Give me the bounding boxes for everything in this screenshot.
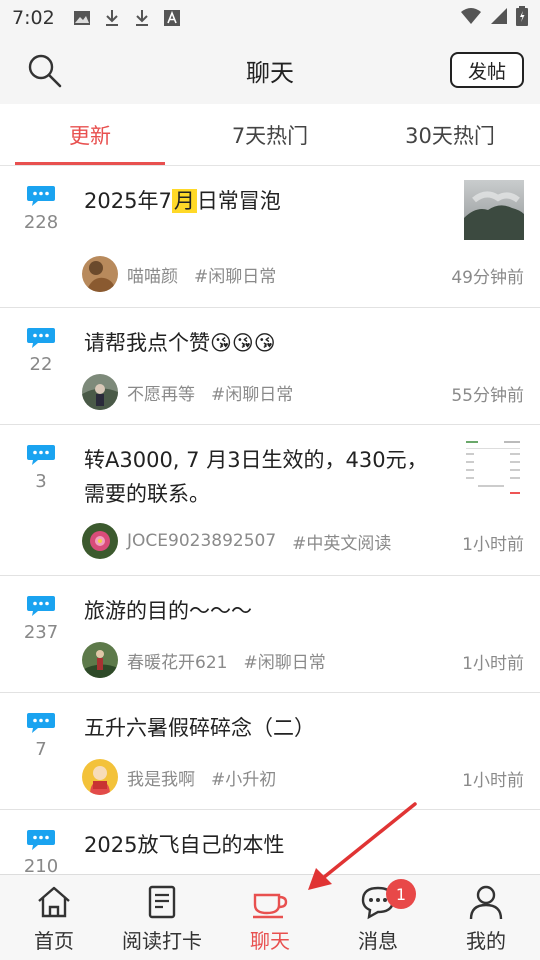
comment-count: 3 [18,443,64,492]
comment-bubble-icon [26,594,56,616]
post-title-text: 日常冒泡 [196,189,281,213]
post-thumbnail[interactable] [464,439,524,499]
comment-bubble-icon [26,828,56,850]
download-icon [103,9,121,27]
nav-label: 消息 [358,929,398,953]
post-meta: 春暖花开621 #闲聊日常 [82,642,326,678]
comment-count-value: 7 [35,739,47,760]
post-thumbnail[interactable] [464,180,524,240]
post-time: 55分钟前 [451,386,524,406]
tab-7day-hot[interactable]: 7天热门 [180,104,360,165]
author-name[interactable]: 春暖花开621 [127,648,227,673]
post-title-line: 需要的联系。 [84,482,210,506]
app-header: 聊天 发帖 [0,36,540,104]
comment-count-value: 228 [23,212,59,233]
avatar[interactable] [82,256,118,292]
post-title[interactable]: 2025年7月日常冒泡 [84,184,281,218]
post-title[interactable]: 请帮我点个赞😘😘😘 [84,326,276,360]
post-item[interactable]: 228 2025年7月日常冒泡 喵喵颜 #闲聊日常 49分钟前 [0,166,540,308]
post-item[interactable]: 237 旅游的目的～～～ 春暖花开621 #闲聊日常 1小时前 [0,576,540,693]
post-time: 1小时前 [462,654,524,674]
comment-count-value: 22 [29,354,53,375]
book-icon [148,885,176,919]
image-icon [73,9,91,27]
avatar[interactable] [82,523,118,559]
author-name[interactable]: 不愿再等 [127,380,195,405]
nav-home[interactable]: 首页 [0,875,108,960]
comment-bubble-icon [26,443,56,465]
comment-count-value: 3 [35,471,47,492]
post-title[interactable]: 2025放飞自己的本性 [84,828,284,862]
post-item[interactable]: 7 五升六暑假碎碎念（二） 我是我啊 #小升初 1小时前 [0,693,540,810]
author-name[interactable]: JOCE9023892507 [127,531,276,551]
nav-profile[interactable]: 我的 [432,875,540,960]
tab-bar: 更新 7天热门 30天热门 [0,104,540,166]
post-item[interactable]: 22 请帮我点个赞😘😘😘 不愿再等 #闲聊日常 55分钟前 [0,308,540,425]
comment-count: 210 [18,828,64,874]
notification-badge: 1 [386,879,416,909]
comment-count-value: 237 [23,622,59,643]
wifi-icon [460,7,482,30]
post-time: 1小时前 [462,771,524,791]
post-title[interactable]: 转A3000, 7 月3日生效的，430元， 需要的联系。 [84,443,428,511]
post-title[interactable]: 五升六暑假碎碎念（二） [84,711,315,745]
download-icon [133,9,151,27]
comment-count: 237 [18,594,64,643]
comment-count: 22 [18,326,64,375]
avatar[interactable] [82,374,118,410]
post-tag[interactable]: #小升初 [211,765,276,790]
post-title-text: 2025年7 [84,189,172,213]
tab-latest[interactable]: 更新 [0,104,180,165]
author-name[interactable]: 喵喵颜 [127,262,178,287]
post-title-line: 转A3000, 7 月3日生效的，430元， [84,448,428,472]
nav-label: 聊天 [250,929,290,953]
user-icon [469,885,503,920]
nav-chat[interactable]: 聊天 [216,875,324,960]
nav-label: 我的 [466,929,506,953]
nav-label: 阅读打卡 [122,929,202,953]
post-meta: JOCE9023892507 #中英文阅读 [82,523,391,559]
new-post-button[interactable]: 发帖 [450,52,524,88]
post-time: 49分钟前 [451,268,524,288]
page-title: 聊天 [246,58,294,87]
nav-reading[interactable]: 阅读打卡 [108,875,216,960]
post-meta: 我是我啊 #小升初 [82,759,276,795]
post-item[interactable]: 210 2025放飞自己的本性 [0,810,540,874]
post-title[interactable]: 旅游的目的～～～ [84,594,252,628]
cup-icon [253,893,288,919]
post-tag[interactable]: #中英文阅读 [292,529,391,554]
comment-count: 228 [18,184,64,233]
nav-label: 首页 [34,929,74,953]
comment-bubble-icon [26,711,56,733]
post-list: 228 2025年7月日常冒泡 喵喵颜 #闲聊日常 49分钟前 22 请帮我点个… [0,166,540,874]
post-tag[interactable]: #闲聊日常 [194,262,276,287]
comment-bubble-icon [26,326,56,348]
author-name[interactable]: 我是我啊 [127,765,195,790]
post-meta: 喵喵颜 #闲聊日常 [82,256,276,292]
avatar[interactable] [82,642,118,678]
bottom-nav: 首页 阅读打卡 聊天 消息 1 我的 [0,874,540,960]
tab-30day-hot[interactable]: 30天热门 [360,104,540,165]
comment-bubble-icon [26,184,56,206]
avatar[interactable] [82,759,118,795]
font-icon [163,9,181,27]
comment-count-value: 210 [23,856,59,874]
post-time: 1小时前 [462,535,524,555]
post-meta: 不愿再等 #闲聊日常 [82,374,293,410]
nav-messages[interactable]: 消息 1 [324,875,432,960]
post-tag[interactable]: #闲聊日常 [211,380,293,405]
post-tag[interactable]: #闲聊日常 [243,648,325,673]
status-time: 7:02 [12,7,55,29]
status-bar: 7:02 [0,0,540,36]
battery-icon [516,5,528,31]
comment-count: 7 [18,711,64,760]
signal-icon [490,7,508,30]
search-icon[interactable] [26,52,64,90]
post-item[interactable]: 3 转A3000, 7 月3日生效的，430元， 需要的联系。 JOCE9023… [0,425,540,576]
home-icon [38,886,70,918]
post-title-highlight: 月 [171,189,197,213]
